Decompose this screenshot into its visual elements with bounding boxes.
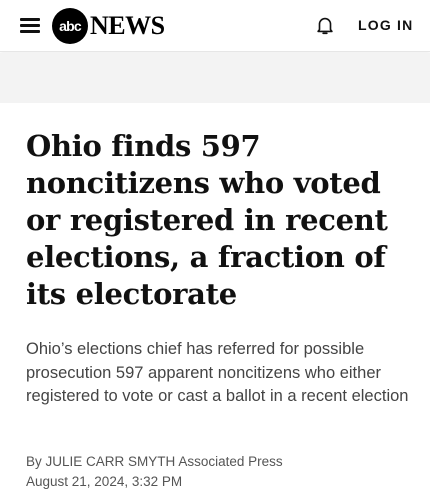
ad-placeholder-band [0, 53, 430, 103]
article-date: August 21, 2024, 3:32 PM [26, 474, 183, 489]
abc-news-logo[interactable]: abc NEWS [52, 8, 165, 44]
byline-outlet: Associated Press [178, 454, 283, 469]
logo-wordmark: NEWS [90, 11, 165, 40]
page: abc NEWS LOG IN Ohio finds 597 noncitize… [0, 0, 430, 498]
author-name[interactable]: JULIE CARR SMYTH [46, 454, 176, 469]
menu-icon-line [20, 18, 40, 21]
article-subheadline: Ohio’s elections chief has referred for … [26, 340, 409, 405]
byline-prefix: By [26, 454, 42, 469]
menu-icon-line [20, 30, 40, 33]
logo-mark: abc [52, 8, 88, 44]
top-navigation-bar: abc NEWS LOG IN [0, 0, 430, 52]
menu-icon[interactable] [20, 16, 40, 34]
login-button[interactable]: LOG IN [358, 17, 413, 33]
menu-icon-line [20, 24, 40, 27]
bell-icon[interactable] [314, 14, 336, 36]
article-headline: Ohio finds 597 noncitizens who voted or … [26, 129, 388, 311]
article-byline: By JULIE CARR SMYTH Associated Press [26, 454, 283, 469]
